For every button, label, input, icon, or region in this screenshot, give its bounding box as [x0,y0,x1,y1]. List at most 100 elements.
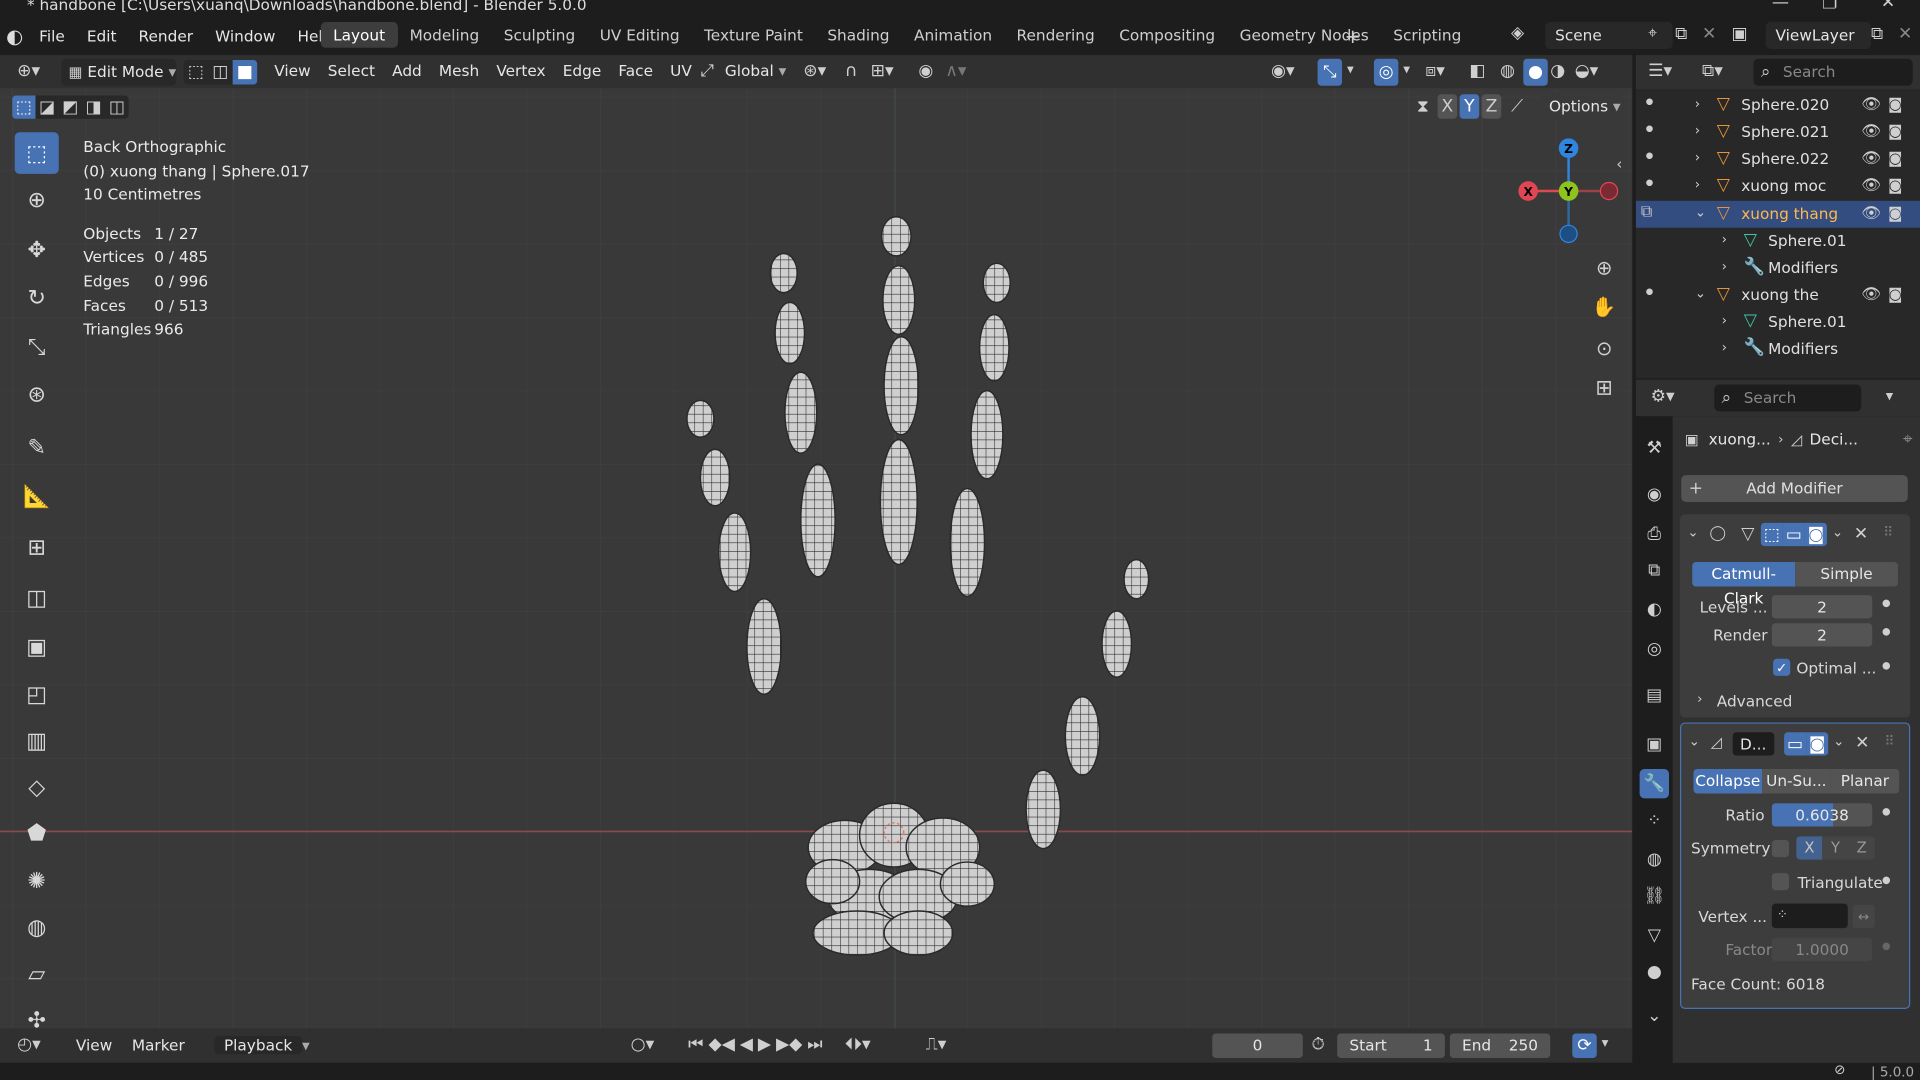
transform-tool-icon[interactable]: ⊛ [15,373,59,415]
collection-tab-icon[interactable]: ▤ [1640,681,1669,710]
visibility-dot-icon[interactable]: ● [1646,124,1653,134]
workspace-tab-scripting[interactable]: Scripting [1381,22,1474,48]
select-box-tool-icon[interactable]: ⬚ [14,132,59,174]
remove-view-layer-icon[interactable]: ✕ [1898,24,1912,44]
camera-render-icon[interactable]: ◙ [1888,285,1902,302]
inset-tool-icon[interactable]: ▣ [15,626,59,668]
catmull-clark-button[interactable]: Catmull-Clark [1692,562,1796,607]
collapse-button[interactable]: Collapse [1693,768,1763,794]
physics-tab-icon[interactable]: ◍ [1640,845,1669,874]
modifier-tab-icon[interactable]: 🔧 [1639,768,1669,799]
view-layer-selector[interactable]: ViewLayer [1765,22,1872,49]
properties-options-icon[interactable]: ▾ [1886,387,1893,404]
expand-chevron-icon[interactable]: ⌄ [1695,204,1706,220]
play-reverse-icon[interactable]: ◀ [740,1035,753,1055]
outliner-row[interactable]: ⧉ ⌄ ▽ xuong thang 👁 ◙ [1635,200,1920,228]
smooth-tool-icon[interactable]: ◍ [15,906,59,948]
scroll-down-icon[interactable]: ⌄ [1640,1002,1669,1031]
viewport-menu-select[interactable]: Select [319,61,383,79]
expand-chevron-icon[interactable]: › [1722,258,1727,274]
remove-scene-icon[interactable]: ✕ [1702,24,1716,44]
annotate-tool-icon[interactable]: ✎ [15,426,59,468]
workspace-tab-rendering[interactable]: Rendering [1004,22,1107,48]
jump-prev-icon[interactable]: ⏴⏵▾ [845,1035,871,1055]
sync-icon[interactable]: ⟳ [1572,1033,1597,1058]
triangulate-checkbox[interactable] [1771,873,1789,891]
auto-merge-icon[interactable]: ⟋ [1504,94,1531,118]
mesh-overlays-icon[interactable]: ⧈▾ [1425,61,1445,81]
modifier-menu-icon[interactable]: ⌄ [1832,524,1843,540]
eye-icon[interactable]: 👁 [1861,285,1881,303]
face-select-icon[interactable]: ■ [232,60,258,85]
decimate-name-field[interactable]: D... [1732,732,1775,756]
prev-keyframe-icon[interactable]: ◆◀ [709,1035,735,1055]
symmetry-checkbox[interactable] [1771,840,1789,858]
mirror-y-toggle[interactable]: Y [1459,94,1480,119]
loop-cut-tool-icon[interactable]: ▥ [15,720,59,762]
optimal-display-checkbox[interactable]: ✓ [1773,658,1791,676]
material-tab-icon[interactable]: ● [1640,958,1669,987]
triangulate-keyframe-icon[interactable]: ● [1882,874,1891,885]
render-levels-field[interactable]: 2 [1771,623,1873,647]
timeline-editor-icon[interactable]: ◴▾ [17,1035,41,1055]
menu-window[interactable]: Window [205,27,287,45]
expand-chevron-icon[interactable]: › [1695,96,1700,112]
select-new-icon[interactable]: ⬚ [12,95,36,119]
xray-icon[interactable]: ◧ [1469,61,1485,81]
simple-button[interactable]: Simple [1795,562,1898,587]
add-modifier-button[interactable]: + Add Modifier [1681,475,1908,503]
outliner-row[interactable]: ● ⌄ ▽ xuong the 👁 ◙ [1636,282,1920,309]
outliner-search[interactable]: ⌕ Search [1753,58,1913,86]
factor-keyframe-icon[interactable]: ● [1882,940,1891,951]
camera-view-icon[interactable]: ⊙ [1588,332,1620,364]
move-tool-icon[interactable]: ✥ [15,229,59,271]
shear-tool-icon[interactable]: ▱ [15,953,59,995]
eye-icon[interactable]: 👁 [1861,176,1881,194]
remove-modifier-icon[interactable]: ✕ [1854,524,1868,544]
timeline-menu-marker[interactable]: Marker [122,1036,195,1054]
levels-field[interactable]: 2 [1771,595,1873,619]
overlays-dropdown-icon[interactable]: ▾ [1403,61,1410,77]
menu-edit[interactable]: Edit [77,27,129,45]
expand-chevron-icon[interactable]: › [1695,122,1700,138]
invert-vertex-group-icon[interactable]: ↔ [1852,904,1875,929]
tool-tab-icon[interactable]: ⚒ [1640,433,1669,462]
decimate-drag-icon[interactable]: ⠿ [1885,733,1895,749]
extrude-tool-icon[interactable]: ◫ [15,577,59,619]
camera-render-icon[interactable]: ◙ [1888,96,1902,113]
render-tab-icon[interactable]: ◉ [1640,480,1669,509]
outliner-row[interactable]: ● › ▽ xuong moc 👁 ◙ [1636,173,1920,200]
workspace-tab-compositing[interactable]: Compositing [1107,22,1227,48]
wireframe-shading-icon[interactable]: ◍ [1500,61,1515,81]
symmetry-x-button[interactable]: X [1796,836,1823,860]
viewport-menu-view[interactable]: View [267,61,319,79]
render-keyframe-icon[interactable]: ● [1882,626,1891,637]
maximize-icon[interactable]: ❐ [1822,0,1837,13]
outliner-row[interactable]: › 🔧 Modifiers [1636,255,1920,282]
outliner-row[interactable]: › ▽ Sphere.01 [1636,228,1920,255]
workspace-tab-texture-paint[interactable]: Texture Paint [692,22,815,48]
outliner-row[interactable]: ● › ▽ Sphere.022 👁 ◙ [1636,146,1920,173]
close-window-icon[interactable]: ✕ [1881,0,1895,12]
expand-chevron-icon[interactable]: › [1722,231,1727,247]
workspace-tab-uv-editing[interactable]: UV Editing [587,22,691,48]
expand-chevron-icon[interactable]: ⌄ [1695,285,1706,301]
factor-field[interactable]: 1.0000 [1771,937,1873,962]
workspace-tab-shading[interactable]: Shading [815,22,902,48]
scale-tool-icon[interactable]: ⤡ [15,326,59,368]
workspace-tab-modeling[interactable]: Modeling [397,22,491,48]
add-workspace-icon[interactable]: + [1345,24,1361,47]
workspace-tab-layout[interactable]: Layout [320,22,398,48]
overlays-icon[interactable]: ◎ [1373,58,1399,86]
poly-build-tool-icon[interactable]: ⬟ [15,812,59,854]
ortho-grid-icon[interactable]: ⊞ [1588,372,1620,404]
optimal-keyframe-icon[interactable]: ● [1882,660,1891,671]
orientation-selector[interactable]: Global ▾ [725,61,786,79]
viewport-menu-vertex[interactable]: Vertex [488,61,554,79]
mode-selector[interactable]: ▦ Edit Mode ▾ [61,58,177,86]
start-frame-field[interactable]: Start 1 [1337,1033,1445,1058]
outliner-editor-icon[interactable]: ☰▾ [1648,61,1672,81]
outliner-row[interactable]: ● › ▽ Sphere.020 👁 ◙ [1636,92,1920,119]
snap-target-icon[interactable]: ⊞▾ [871,61,894,81]
eye-icon[interactable]: 👁 [1861,149,1881,167]
